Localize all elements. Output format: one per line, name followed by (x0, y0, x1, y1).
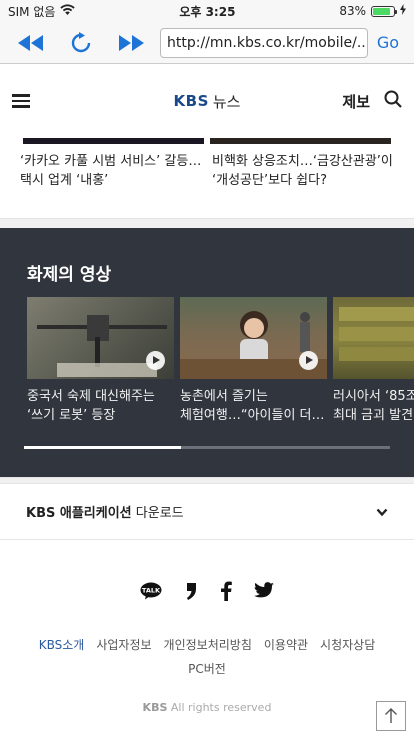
news-title: 비핵화 상응조치…‘금강산관광’이 ‘개성공단’보다 쉽다? (212, 154, 393, 188)
back-button[interactable] (6, 27, 56, 59)
video-title: 농촌에서 즐기는 체험여행…“아이들이 더… (180, 389, 325, 423)
video-card[interactable]: 농촌에서 즐기는 체험여행…“아이들이 더… (180, 297, 327, 425)
rewind-icon (18, 34, 43, 51)
footer-link[interactable]: 사업자정보 (96, 638, 151, 652)
reload-button[interactable] (56, 27, 106, 59)
carousel-progress-fill (24, 446, 182, 449)
section-divider (0, 218, 414, 228)
reload-icon (71, 31, 91, 52)
wifi-icon (60, 4, 76, 18)
kakaotalk-icon[interactable]: TALK (140, 582, 162, 604)
social-links: TALK (0, 540, 414, 633)
url-field[interactable]: http://mn.kbs.co.kr/mobile/... (160, 27, 368, 58)
search-icon[interactable] (384, 90, 402, 112)
video-card[interactable]: 러시아서 ‘85조 최대 금괴 발견 (333, 297, 414, 425)
news-thumb-right (210, 138, 391, 144)
video-card[interactable]: 중국서 숙제 대신해주는 ‘쓰기 로봇’ 등장 (27, 297, 174, 425)
play-icon (299, 351, 318, 370)
video-section: 화제의 영상 중국서 숙제 대신해주는 ‘쓰기 로봇’ 등장 농촌에서 즐기는 … (0, 228, 414, 477)
video-thumbnail (27, 297, 174, 379)
app-download-text: KBS 애플리케이션 다운로드 (26, 506, 184, 521)
clock-text: 오후 3:25 (179, 4, 236, 19)
go-button[interactable]: Go (368, 33, 408, 52)
menu-icon[interactable] (12, 91, 30, 111)
kakaostory-icon[interactable] (184, 581, 198, 605)
play-icon (146, 351, 165, 370)
arrow-up-icon (385, 708, 397, 723)
forward-button[interactable] (106, 27, 156, 59)
site-logo[interactable]: KBS 뉴스 (174, 91, 241, 112)
video-title: 중국서 숙제 대신해주는 ‘쓰기 로봇’ 등장 (27, 389, 155, 423)
footer-link[interactable]: KBS소개 (39, 638, 85, 652)
footer-links: KBS소개 사업자정보 개인정보처리방침 이용약관 시청자상담 PC버전 (0, 633, 414, 681)
copyright: KBS All rights reserved (142, 701, 272, 714)
app-download-bar[interactable]: KBS 애플리케이션 다운로드 (0, 483, 414, 540)
footer-link[interactable]: 개인정보처리방침 (164, 638, 252, 652)
report-link[interactable]: 제보 (342, 91, 370, 112)
chevron-down-icon (376, 502, 388, 521)
video-section-title: 화제의 영상 (27, 265, 112, 285)
news-item[interactable]: ‘카카오 카풀 시범 서비스’ 갈등…택시 업계 ‘내홍’ (20, 138, 202, 218)
logo-news: 뉴스 (212, 92, 241, 111)
news-title: ‘카카오 카풀 시범 서비스’ 갈등…택시 업계 ‘내홍’ (20, 154, 202, 188)
news-item[interactable]: 비핵화 상응조치…‘금강산관광’이 ‘개성공단’보다 쉽다? (212, 138, 394, 218)
battery-percent: 83% (339, 4, 366, 18)
footer-link[interactable]: 이용약관 (264, 638, 308, 652)
footer-link[interactable]: PC버전 (188, 662, 226, 676)
scroll-to-top-button[interactable] (376, 701, 406, 731)
news-row: ‘카카오 카풀 시범 서비스’ 갈등…택시 업계 ‘내홍’ 비핵화 상응조치…‘… (0, 138, 414, 218)
battery-icon (371, 5, 397, 17)
browser-toolbar: http://mn.kbs.co.kr/mobile/... Go (0, 22, 414, 64)
status-bar: SIM 없음 오후 3:25 83% (0, 0, 414, 22)
carousel-progress (24, 446, 390, 449)
site-header: KBS 뉴스 제보 (0, 64, 414, 138)
twitter-icon[interactable] (254, 582, 274, 603)
video-thumbnail (333, 297, 414, 379)
footer-link[interactable]: 시청자상담 (320, 638, 375, 652)
news-thumb-left (23, 138, 204, 144)
video-title: 러시아서 ‘85조 최대 금괴 발견 (333, 389, 414, 423)
svg-text:TALK: TALK (142, 586, 161, 594)
charging-icon (400, 4, 406, 18)
carrier-text: SIM 없음 (8, 4, 56, 19)
facebook-icon[interactable] (220, 581, 232, 605)
logo-kbs: KBS (173, 92, 209, 110)
video-thumbnail (180, 297, 327, 379)
fast-forward-icon (119, 34, 144, 51)
